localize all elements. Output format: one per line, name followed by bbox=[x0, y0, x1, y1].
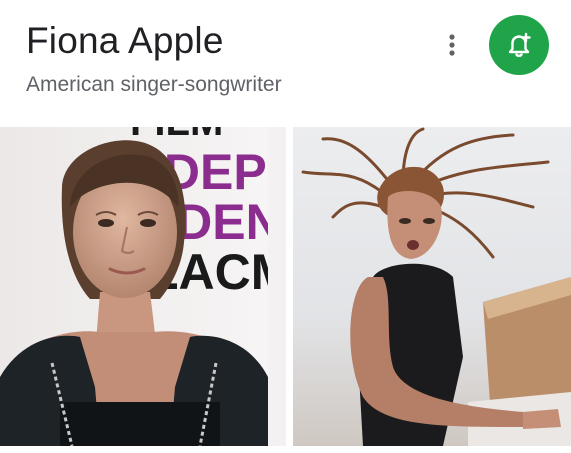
knowledge-panel-card: Fiona Apple American singer-songwriter I… bbox=[0, 0, 571, 453]
entity-subtitle: American singer-songwriter bbox=[26, 73, 282, 96]
photo-2[interactable] bbox=[293, 127, 571, 446]
photo-strip: FILM IDEP NDENT LACMA bbox=[0, 127, 571, 446]
more-vert-icon bbox=[449, 34, 455, 56]
backdrop-text-1: FILM bbox=[130, 127, 223, 144]
entity-title: Fiona Apple bbox=[26, 20, 224, 61]
performance-photo bbox=[293, 127, 571, 446]
more-options-button[interactable] bbox=[436, 28, 468, 62]
portrait-photo: FILM IDEP NDENT LACMA bbox=[0, 127, 286, 446]
photo-1[interactable]: FILM IDEP NDENT LACMA bbox=[0, 127, 286, 446]
bell-plus-icon bbox=[508, 32, 531, 57]
follow-button[interactable] bbox=[489, 15, 549, 75]
